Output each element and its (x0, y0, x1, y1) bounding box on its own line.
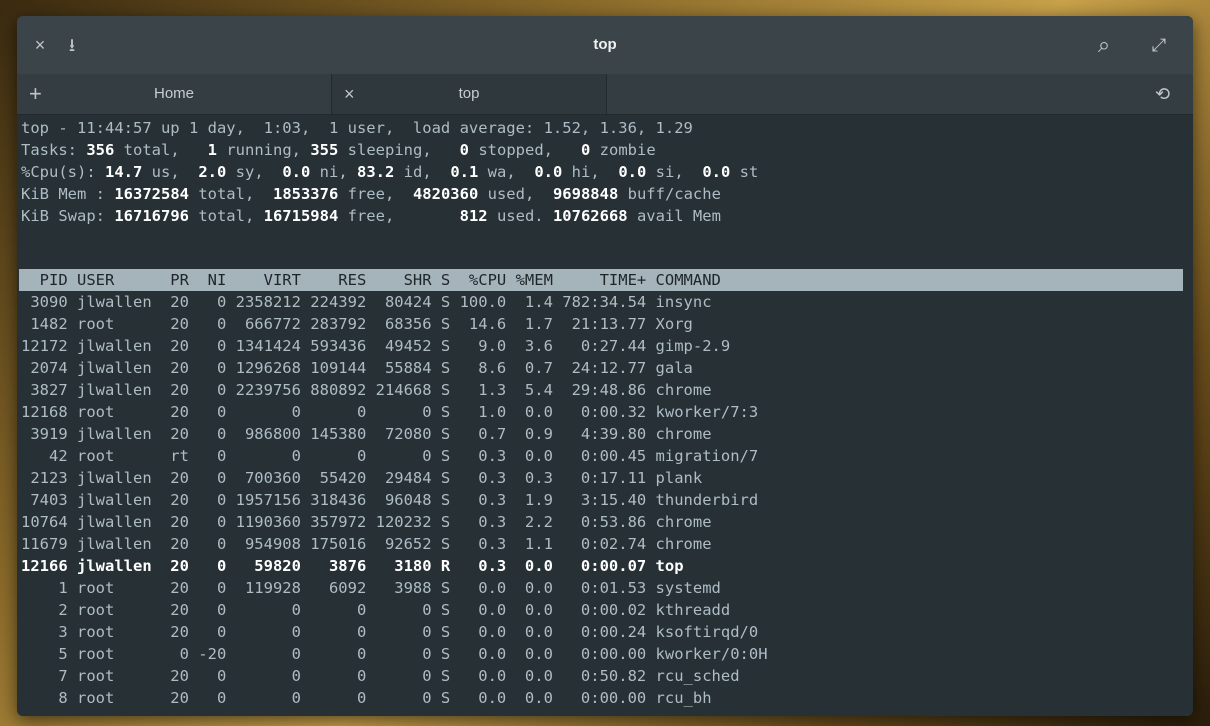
process-row: 3 root 20 0 0 0 0 S 0.0 0.0 0:00.24 ksof… (21, 623, 759, 641)
process-row: 1 root 20 0 119928 6092 3988 S 0.0 0.0 0… (21, 579, 721, 597)
process-row: 5 root 0 -20 0 0 0 S 0.0 0.0 0:00.00 kwo… (21, 645, 768, 663)
tab-top-label: top (458, 85, 480, 102)
process-row: 3090 jlwallen 20 0 2358212 224392 80424 … (21, 293, 712, 311)
process-row: 2074 jlwallen 20 0 1296268 109144 55884 … (21, 359, 693, 377)
process-table-header: PID USER PR NI VIRT RES SHR S %CPU %MEM … (21, 271, 721, 289)
process-row: 2123 jlwallen 20 0 700360 55420 29484 S … (21, 469, 703, 487)
terminal-window: × ⭳ top ⌕ ⤢ + Home × top ⟲ top - 11:44:5… (17, 16, 1193, 716)
process-row: 1482 root 20 0 666772 283792 68356 S 14.… (21, 315, 693, 333)
process-row: 11679 jlwallen 20 0 954908 175016 92652 … (21, 535, 712, 553)
cpu-line: %Cpu(s): 14.7 us, 2.0 sy, 0.0 ni, 83.2 i… (21, 163, 759, 181)
tasks-line: Tasks: 356 total, 1 running, 355 sleepin… (21, 141, 656, 159)
process-row: 2 root 20 0 0 0 0 S 0.0 0.0 0:00.02 kthr… (21, 601, 731, 619)
swap-line: KiB Swap: 16716796 total, 16715984 free,… (21, 207, 721, 225)
title-bar: × ⭳ top ⌕ ⤢ (17, 16, 1193, 74)
maximize-icon[interactable]: ⤢ (1144, 16, 1174, 74)
process-row: 3919 jlwallen 20 0 986800 145380 72080 S… (21, 425, 712, 443)
window-title: top (593, 36, 617, 53)
process-row: 7 root 20 0 0 0 0 S 0.0 0.0 0:50.82 rcu_… (21, 667, 740, 685)
terminal-output[interactable]: top - 11:44:57 up 1 day, 1:03, 1 user, l… (17, 115, 1193, 716)
process-row: 42 root rt 0 0 0 0 S 0.3 0.0 0:00.45 mig… (21, 447, 759, 465)
process-row: 10764 jlwallen 20 0 1190360 357972 12023… (21, 513, 712, 531)
process-row: 8 root 20 0 0 0 0 S 0.0 0.0 0:00.00 rcu_… (21, 689, 712, 707)
tab-bar: + Home × top ⟲ (17, 74, 1193, 115)
tab-home[interactable]: + Home (17, 74, 331, 114)
mem-line: KiB Mem : 16372584 total, 1853376 free, … (21, 185, 721, 203)
process-row: 7403 jlwallen 20 0 1957156 318436 96048 … (21, 491, 759, 509)
process-row: 12166 jlwallen 20 0 59820 3876 3180 R 0.… (21, 557, 684, 575)
uptime-line: top - 11:44:57 up 1 day, 1:03, 1 user, l… (21, 119, 693, 137)
process-row: 12172 jlwallen 20 0 1341424 593436 49452… (21, 337, 731, 355)
tab-top[interactable]: × top (331, 74, 607, 114)
search-icon[interactable]: ⌕ (1089, 16, 1119, 74)
process-row: 3827 jlwallen 20 0 2239756 880892 214668… (21, 381, 712, 399)
history-icon[interactable]: ⟲ (1145, 74, 1185, 114)
process-row: 12168 root 20 0 0 0 0 S 1.0 0.0 0:00.32 … (21, 403, 759, 421)
tab-home-label: Home (153, 85, 194, 102)
